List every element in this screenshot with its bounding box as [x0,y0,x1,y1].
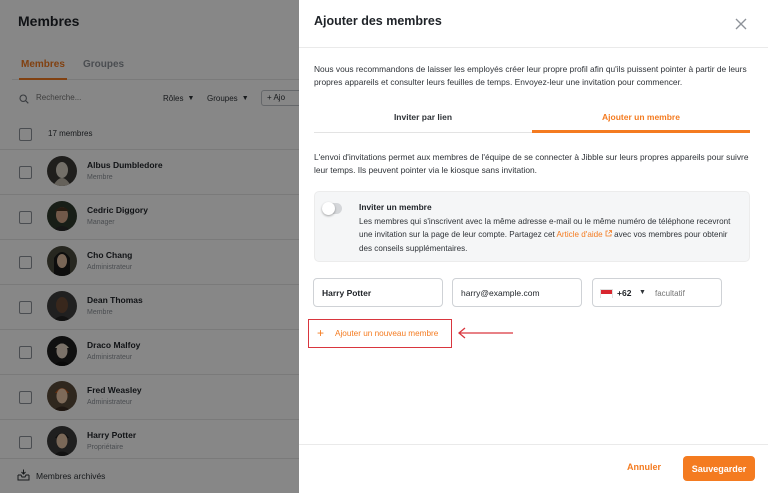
modal-tabs: Inviter par lien Ajouter un membre [314,107,750,133]
panel-footer: Annuler Sauvegarder [299,444,768,493]
external-link-icon [605,230,612,237]
chevron-down-icon[interactable]: ▼ [639,289,646,296]
add-new-member-button[interactable]: + Ajouter un nouveau membre [308,319,452,348]
phone-field[interactable]: +62 ▼ [592,278,722,307]
help-article-label: Article d'aide [556,230,603,240]
toggle-knob [322,202,335,215]
invite-member-box: Inviter un membre Les membres qui s'insc… [314,191,750,262]
add-new-member-label: Ajouter un nouveau membre [335,329,439,338]
email-field[interactable] [452,278,582,307]
tab-invite-by-link[interactable]: Inviter par lien [314,112,532,122]
active-tab-indicator [532,130,750,133]
plus-icon: + [317,326,325,340]
intro-text: Nous vous recommandons de laisser les em… [314,64,747,87]
close-icon[interactable] [733,16,749,32]
save-button[interactable]: Sauvegarder [683,456,755,481]
help-article-link[interactable]: Article d'aide [557,230,612,239]
tab-add-member[interactable]: Ajouter un membre [532,112,750,122]
panel-title: Ajouter des membres [314,14,442,28]
add-members-panel: Ajouter des membres Nous vous recommando… [299,0,768,493]
member-name-field[interactable] [313,278,443,307]
panel-header: Ajouter des membres [299,0,768,48]
indonesia-flag-icon [600,289,613,298]
invite-toggle[interactable] [322,202,342,215]
invite-description: L'envoi d'invitations permet aux membres… [314,152,749,175]
arrow-left-icon [457,327,513,339]
phone-input[interactable] [655,286,715,300]
invite-text: Les membres qui s'inscrivent avec la mêm… [359,215,739,255]
cancel-button[interactable]: Annuler [627,462,661,472]
invite-title: Inviter un membre [359,202,432,212]
phone-country-code[interactable]: +62 [617,288,631,298]
